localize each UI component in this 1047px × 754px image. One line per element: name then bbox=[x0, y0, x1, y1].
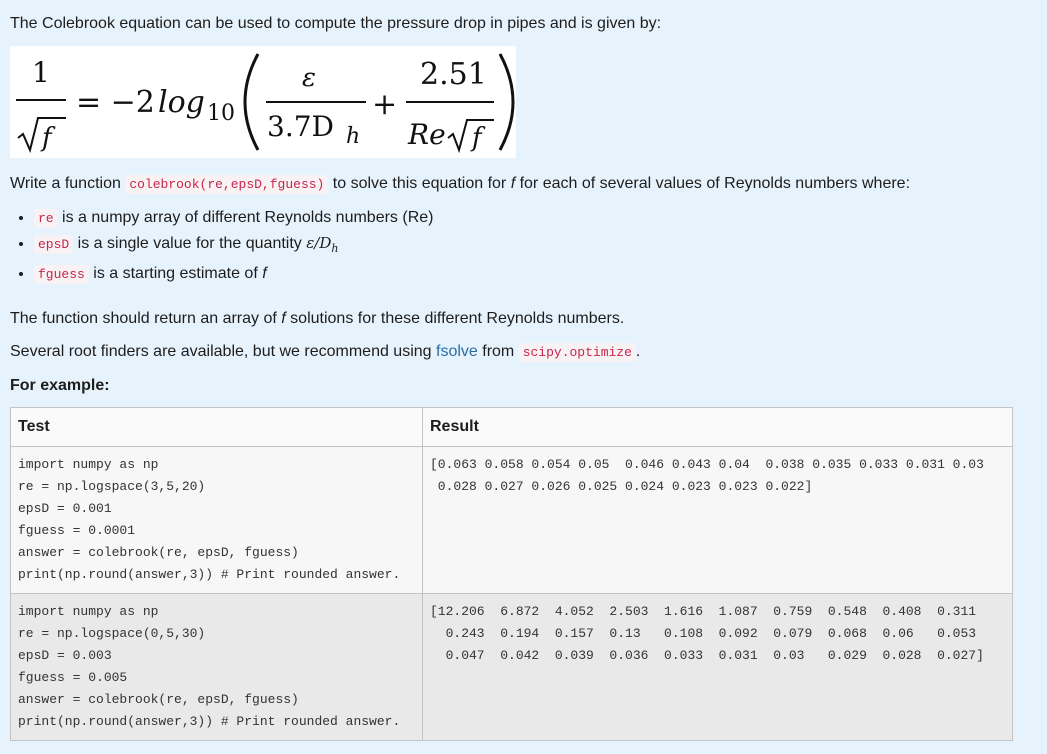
return-description: The function should return an array of f… bbox=[10, 310, 625, 328]
result-output: [12.206 6.872 4.052 2.503 1.616 1.087 0.… bbox=[430, 604, 984, 664]
test-code: import numpy as np re = np.logspace(3,5,… bbox=[18, 457, 401, 583]
formula-frac2-re: Re bbox=[407, 118, 446, 151]
intro-text: The Colebrook equation can be used to co… bbox=[10, 15, 662, 32]
formula-frac1-denominator: 3.7D bbox=[267, 110, 334, 143]
example-label: For example: bbox=[10, 377, 110, 395]
result-cell: [12.206 6.872 4.052 2.503 1.616 1.087 0.… bbox=[422, 593, 1013, 742]
formula-frac2-root-f: f bbox=[470, 123, 486, 153]
function-signature-code: colebrook(re,epsD,fguess) bbox=[125, 175, 329, 194]
formula-plus: + bbox=[372, 87, 397, 122]
list-item: fguess is a starting estimate of f bbox=[34, 261, 1047, 287]
colebrook-equation-image: 1 f = −2 log 10 ε 3.7D h + 2.51 Re f bbox=[10, 46, 516, 158]
formula-log-subscript: 10 bbox=[207, 101, 235, 126]
formula-frac2-numerator: 2.51 bbox=[420, 57, 487, 92]
formula-frac1-subscript: h bbox=[346, 124, 360, 149]
test-cell: import numpy as np re = np.logspace(0,5,… bbox=[10, 593, 423, 742]
table-row: import numpy as np re = np.logspace(0,5,… bbox=[10, 593, 1013, 742]
parameter-list: re is a numpy array of different Reynold… bbox=[10, 205, 1047, 287]
formula-epsilon: ε bbox=[302, 63, 316, 93]
example-table: Test Result import numpy as np re = np.l… bbox=[10, 407, 1013, 742]
formula-lhs-numerator: 1 bbox=[32, 56, 50, 89]
fsolve-link[interactable]: fsolve bbox=[436, 343, 478, 360]
formula-equals-neg2: = −2 bbox=[76, 85, 155, 120]
test-cell: import numpy as np re = np.logspace(3,5,… bbox=[10, 446, 423, 595]
list-item: epsD is a single value for the quantity … bbox=[34, 231, 1047, 261]
list-item: re is a numpy array of different Reynold… bbox=[34, 205, 1047, 231]
result-cell: [0.063 0.058 0.054 0.05 0.046 0.043 0.04… bbox=[422, 446, 1013, 595]
table-row: import numpy as np re = np.logspace(3,5,… bbox=[10, 446, 1013, 595]
result-column-header: Result bbox=[422, 407, 1013, 448]
formula-lhs-denominator: f bbox=[40, 123, 56, 153]
test-column-header: Test bbox=[10, 407, 423, 448]
formula-log: log bbox=[158, 85, 205, 120]
question-content: The Colebrook equation can be used to co… bbox=[0, 0, 1047, 742]
test-code: import numpy as np re = np.logspace(0,5,… bbox=[18, 604, 401, 730]
result-output: [0.063 0.058 0.054 0.05 0.046 0.043 0.04… bbox=[430, 457, 984, 495]
function-description: Write a function colebrook(re,epsD,fgues… bbox=[10, 175, 911, 194]
root-finder-note: Several root finders are available, but … bbox=[10, 343, 641, 363]
scipy-optimize-code: scipy.optimize bbox=[518, 343, 636, 363]
